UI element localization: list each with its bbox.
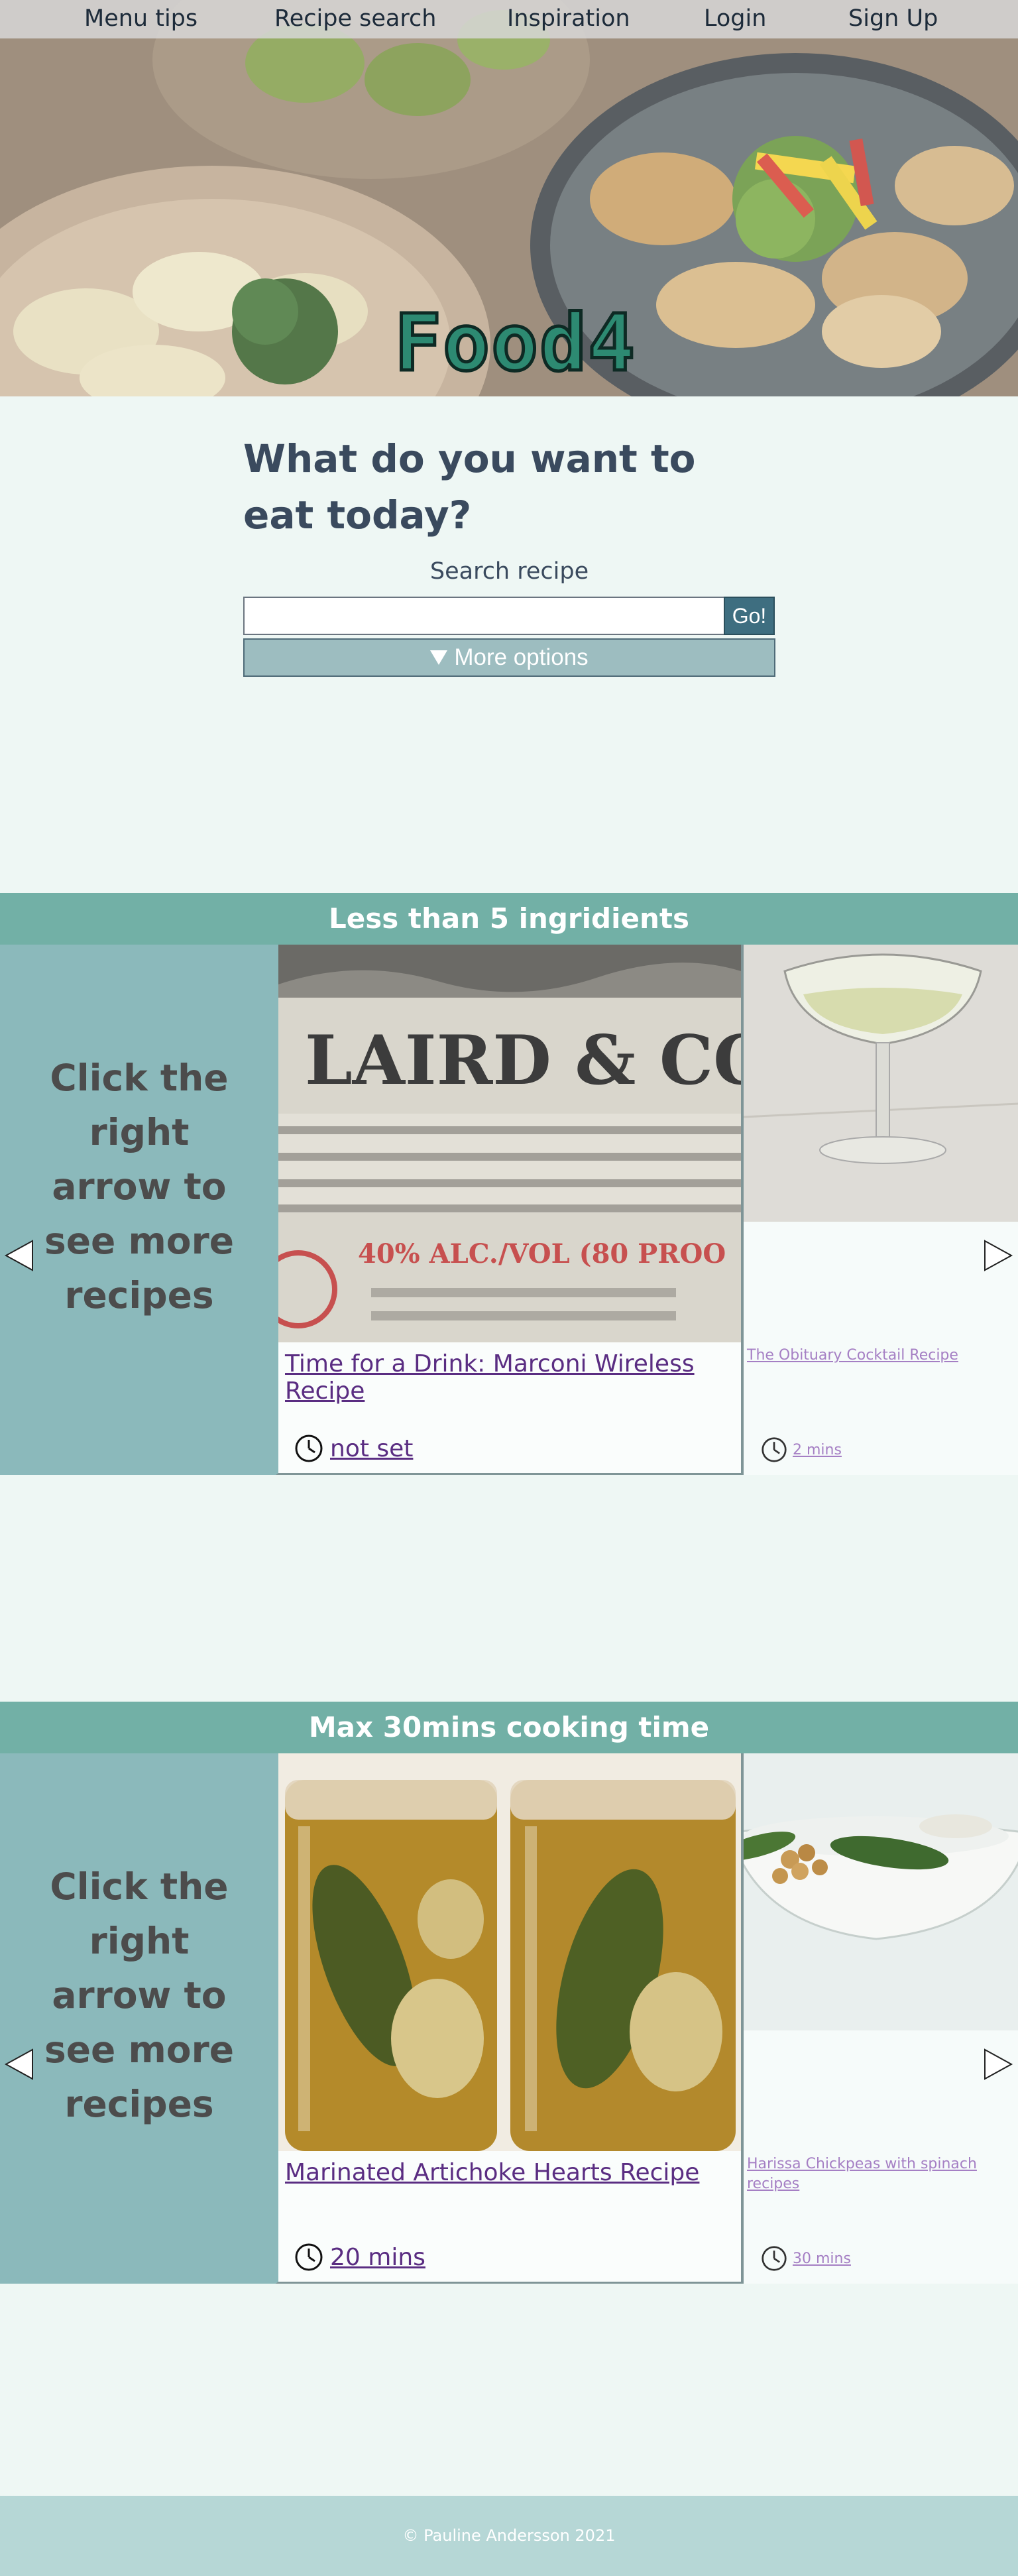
carousel-hint: Click the right arrow to see more recipe… — [44, 1057, 234, 1317]
clock-icon — [295, 1434, 323, 1462]
recipe-card-next[interactable]: The Obituary Cocktail Recipe 2 mins — [744, 945, 1018, 1475]
top-nav: Menu tips Recipe search Inspiration Logi… — [0, 0, 1018, 38]
right-arrow-icon[interactable] — [982, 1239, 1014, 1272]
nav-sign-up[interactable]: Sign Up — [848, 5, 938, 32]
left-arrow-icon[interactable] — [3, 2048, 35, 2081]
cooking-time-value[interactable]: 2 mins — [793, 1442, 842, 1458]
search-input[interactable] — [243, 597, 725, 635]
recipe-image — [744, 945, 1018, 1222]
recipe-card[interactable]: LAIRD & COMPA 40% ALC./VOL (80 PROO Time… — [276, 945, 744, 1475]
cooking-time: not set — [294, 1434, 413, 1463]
search-label: Search recipe — [429, 558, 589, 585]
triangle-down-icon — [430, 650, 448, 665]
copyright-text: © Pauline Andersson 2021 — [402, 2526, 616, 2545]
svg-text:LAIRD & COMPA: LAIRD & COMPA — [305, 1021, 741, 1100]
carousel-less-than-5-ingredients: Less than 5 ingridients Click the right … — [0, 893, 1018, 1475]
svg-text:40% ALC./VOL (80 PROO: 40% ALC./VOL (80 PROO — [358, 1238, 726, 1269]
carousel-side-panel: Click the right arrow to see more recipe… — [0, 1753, 276, 2284]
section-title: Less than 5 ingridients — [0, 893, 1018, 945]
recipe-card-next[interactable]: Harissa Chickpeas with spinach recipes 3… — [744, 1753, 1018, 2284]
more-options-label: More options — [454, 644, 589, 670]
nav-recipe-search[interactable]: Recipe search — [274, 5, 436, 32]
recipe-card[interactable]: Marinated Artichoke Hearts Recipe 20 min… — [276, 1753, 744, 2284]
right-arrow-icon[interactable] — [982, 2048, 1014, 2081]
site-logo: Food4 — [392, 296, 637, 390]
nav-menu-tips[interactable]: Menu tips — [84, 5, 198, 32]
recipe-title-link[interactable]: Marinated Artichoke Hearts Recipe — [285, 2159, 699, 2186]
left-arrow-icon[interactable] — [3, 1239, 35, 1272]
recipe-image — [744, 1753, 1018, 2030]
more-options-button[interactable]: More options — [243, 638, 775, 677]
carousel-max-30-mins: Max 30mins cooking time Click the right … — [0, 1702, 1018, 2284]
cooking-time: 30 mins — [761, 2245, 851, 2272]
section-title: Max 30mins cooking time — [0, 1702, 1018, 1753]
clock-icon — [762, 2246, 787, 2271]
recipe-title-link[interactable]: Harissa Chickpeas with spinach recipes — [747, 2154, 1015, 2194]
cooking-time-value[interactable]: 20 mins — [330, 2244, 425, 2271]
recipe-title-link[interactable]: Time for a Drink: Marconi Wireless Recip… — [285, 1350, 741, 1405]
carousel-hint: Click the right arrow to see more recipe… — [44, 1865, 234, 2125]
search-section: What do you want to eat today? Search re… — [243, 431, 775, 677]
footer: © Pauline Andersson 2021 — [0, 2496, 1018, 2576]
carousel-side-panel: Click the right arrow to see more recipe… — [0, 945, 276, 1475]
clock-icon — [295, 2243, 323, 2271]
nav-inspiration[interactable]: Inspiration — [507, 5, 630, 32]
cooking-time-value[interactable]: 30 mins — [793, 2251, 851, 2267]
recipe-image — [278, 1753, 741, 2151]
cooking-time-value[interactable]: not set — [330, 1435, 413, 1462]
hero-banner: Menu tips Recipe search Inspiration Logi… — [0, 0, 1018, 396]
recipe-image: LAIRD & COMPA 40% ALC./VOL (80 PROO — [278, 945, 741, 1342]
cooking-time: 20 mins — [294, 2243, 425, 2272]
search-heading: What do you want to eat today? — [243, 436, 696, 538]
nav-login[interactable]: Login — [704, 5, 766, 32]
cooking-time: 2 mins — [761, 1436, 842, 1463]
go-button[interactable]: Go! — [724, 597, 775, 635]
recipe-title-link[interactable]: The Obituary Cocktail Recipe — [747, 1346, 1015, 1366]
clock-icon — [762, 1437, 787, 1462]
